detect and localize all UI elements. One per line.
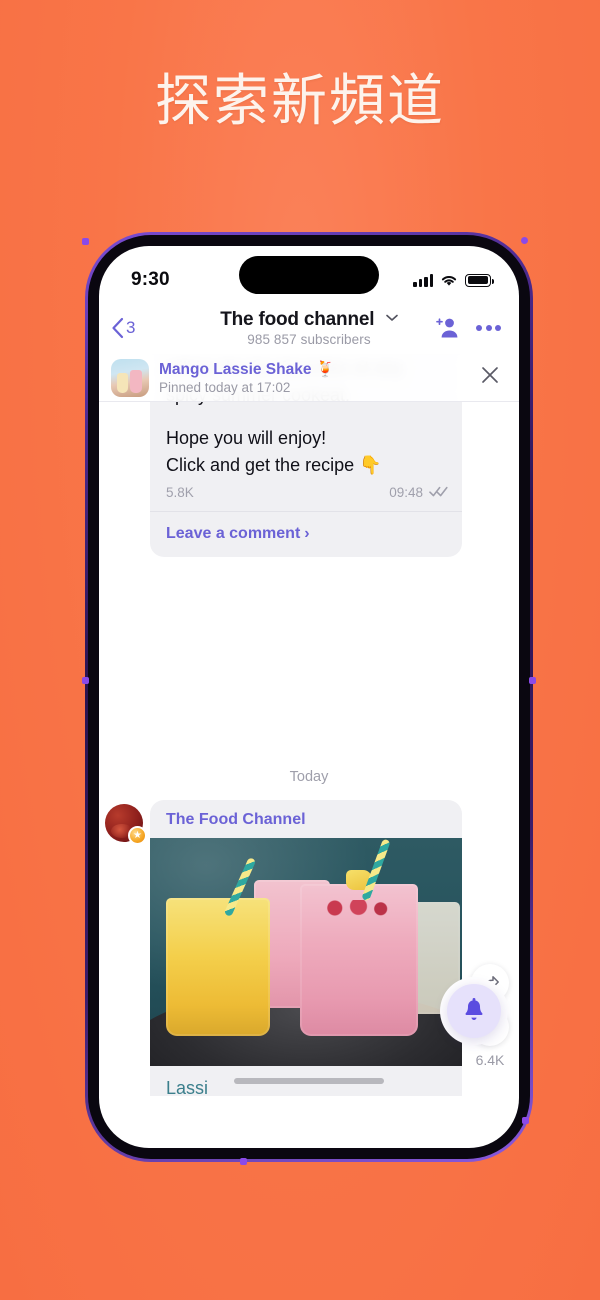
messages-container: These creamy, sweet libations, will be t… — [99, 354, 519, 1096]
pinned-message-thumbnail — [111, 358, 149, 397]
message-meta: 5.8K 09:48 — [150, 485, 462, 511]
back-button[interactable]: 3 — [111, 317, 135, 339]
add-user-icon[interactable] — [435, 316, 459, 340]
heart-count: 6.4K — [475, 1052, 505, 1068]
chat-message-list[interactable]: These creamy, sweet libations, will be t… — [99, 354, 519, 1096]
design-handle-mid-left — [82, 677, 89, 684]
day-separator: Today — [289, 769, 329, 785]
design-handle-bottom-right — [522, 1117, 529, 1124]
design-handle-top-left — [82, 238, 89, 245]
chevron-down-icon[interactable] — [385, 309, 398, 327]
berry-topping — [320, 900, 394, 916]
verified-star-badge: ★ — [128, 826, 147, 845]
phone-mockup: 9:30 3 The food channel 985 857 subscrib… — [82, 232, 536, 1165]
channel-header: 3 The food channel 985 857 subscribers — [99, 302, 519, 354]
leave-comment-button[interactable]: Leave a comment › — [150, 512, 462, 557]
view-count: 5.8K — [166, 485, 194, 500]
status-indicators — [413, 273, 494, 287]
message-line-4: Hope you will enjoy! — [166, 428, 327, 448]
promo-headline: 探索新頻道 — [155, 69, 445, 134]
pinned-message-bar[interactable]: Mango Lassie Shake 🍹 Pinned today at 17:… — [99, 354, 519, 402]
wifi-icon — [440, 274, 458, 287]
back-unread-count: 3 — [126, 318, 136, 337]
status-time: 9:30 — [131, 269, 170, 290]
chevron-left-icon — [111, 317, 124, 339]
battery-full-icon — [465, 273, 494, 287]
cellular-bars-icon — [413, 273, 433, 287]
phone-screen: 9:30 3 The food channel 985 857 subscrib… — [99, 246, 519, 1148]
bell-icon[interactable] — [447, 984, 501, 1038]
double-check-icon — [429, 485, 448, 500]
close-icon[interactable] — [475, 360, 505, 395]
three-smoothie-glasses-photo[interactable] — [150, 838, 462, 1066]
leave-comment-label: Leave a comment — [166, 525, 301, 542]
status-bar: 9:30 — [99, 246, 519, 302]
pinned-message-title: Mango Lassie Shake 🍹 — [159, 361, 336, 378]
home-indicator — [234, 1078, 384, 1084]
dynamic-island — [239, 256, 379, 294]
message-time: 09:48 — [389, 485, 423, 500]
link-title[interactable]: Lassi — [166, 1078, 208, 1096]
glass-mango — [166, 898, 270, 1036]
design-handle-top-right — [521, 237, 528, 244]
message-sender-name: The Food Channel — [166, 811, 306, 828]
message-bubble-media[interactable]: ★ The Food Channel Lassi — [105, 800, 462, 1096]
more-options-icon[interactable] — [476, 325, 501, 331]
pinned-message-subtitle: Pinned today at 17:02 — [159, 380, 291, 395]
media-bubble: The Food Channel Lassi — [150, 800, 462, 1096]
chevron-right-icon: › — [304, 525, 310, 542]
design-handle-bottom-left — [240, 1158, 247, 1165]
design-handle-mid-right — [529, 677, 536, 684]
page-title: The food channel — [220, 309, 375, 330]
avatar: ★ — [105, 804, 147, 845]
message-line-5: Click and get the recipe 👇 — [166, 455, 382, 475]
pinned-message-text: Mango Lassie Shake 🍹 Pinned today at 17:… — [159, 360, 335, 395]
header-actions — [435, 316, 501, 340]
